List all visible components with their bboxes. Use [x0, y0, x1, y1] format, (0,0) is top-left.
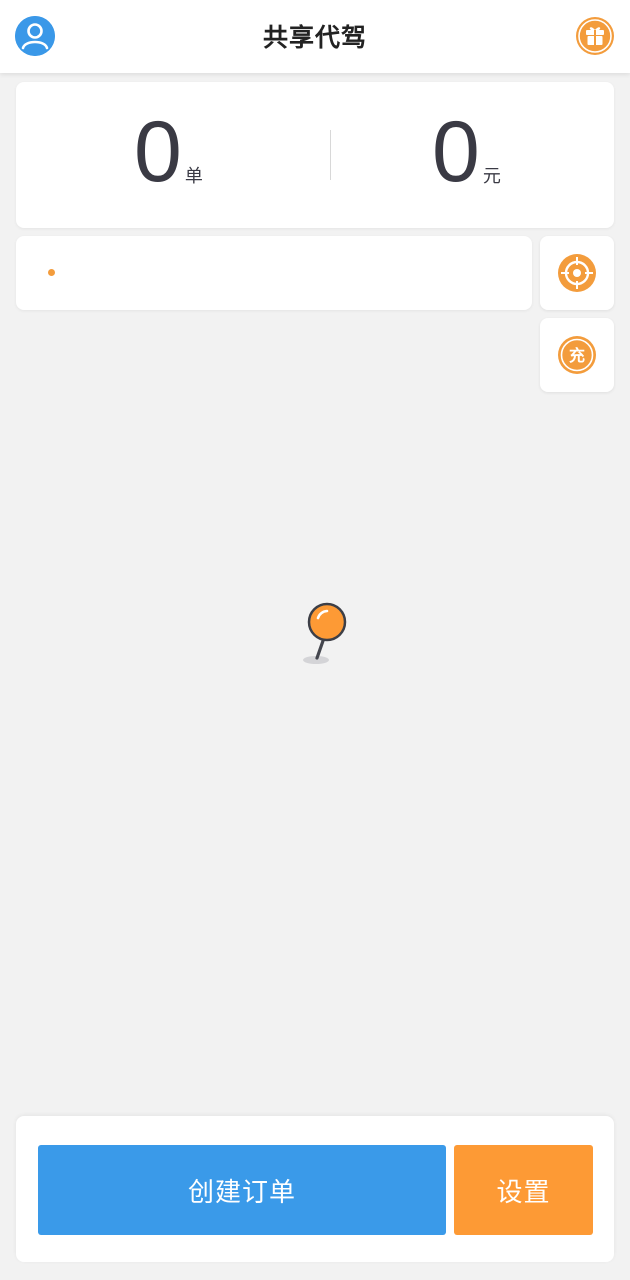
create-order-button[interactable]: 创建订单: [38, 1145, 446, 1235]
stats-divider: [330, 130, 331, 180]
order-count-stat: 0 单: [134, 104, 203, 200]
gift-icon[interactable]: [575, 16, 615, 56]
page-title: 共享代驾: [262, 23, 367, 52]
income-value: 0: [432, 104, 480, 200]
income-unit: 元: [482, 166, 501, 187]
recharge-button[interactable]: 充: [540, 318, 614, 392]
map-pin-icon: [298, 600, 352, 672]
bottom-action-panel: 创建订单 设置: [16, 1116, 614, 1262]
recharge-icon: 充: [558, 336, 596, 374]
settings-button[interactable]: 设置: [454, 1145, 593, 1235]
recharge-label: 充: [569, 346, 585, 365]
locate-button[interactable]: [540, 236, 614, 310]
order-count-value: 0: [134, 104, 182, 200]
income-stat: 0 元: [432, 104, 501, 200]
location-dot-icon: [48, 269, 55, 276]
app-header: 共享代驾: [0, 0, 630, 73]
order-count-unit: 单: [184, 166, 203, 187]
locate-target-icon: [558, 254, 596, 292]
stats-card: 0 单 0 元: [16, 82, 614, 228]
current-address-bar[interactable]: [16, 236, 532, 310]
